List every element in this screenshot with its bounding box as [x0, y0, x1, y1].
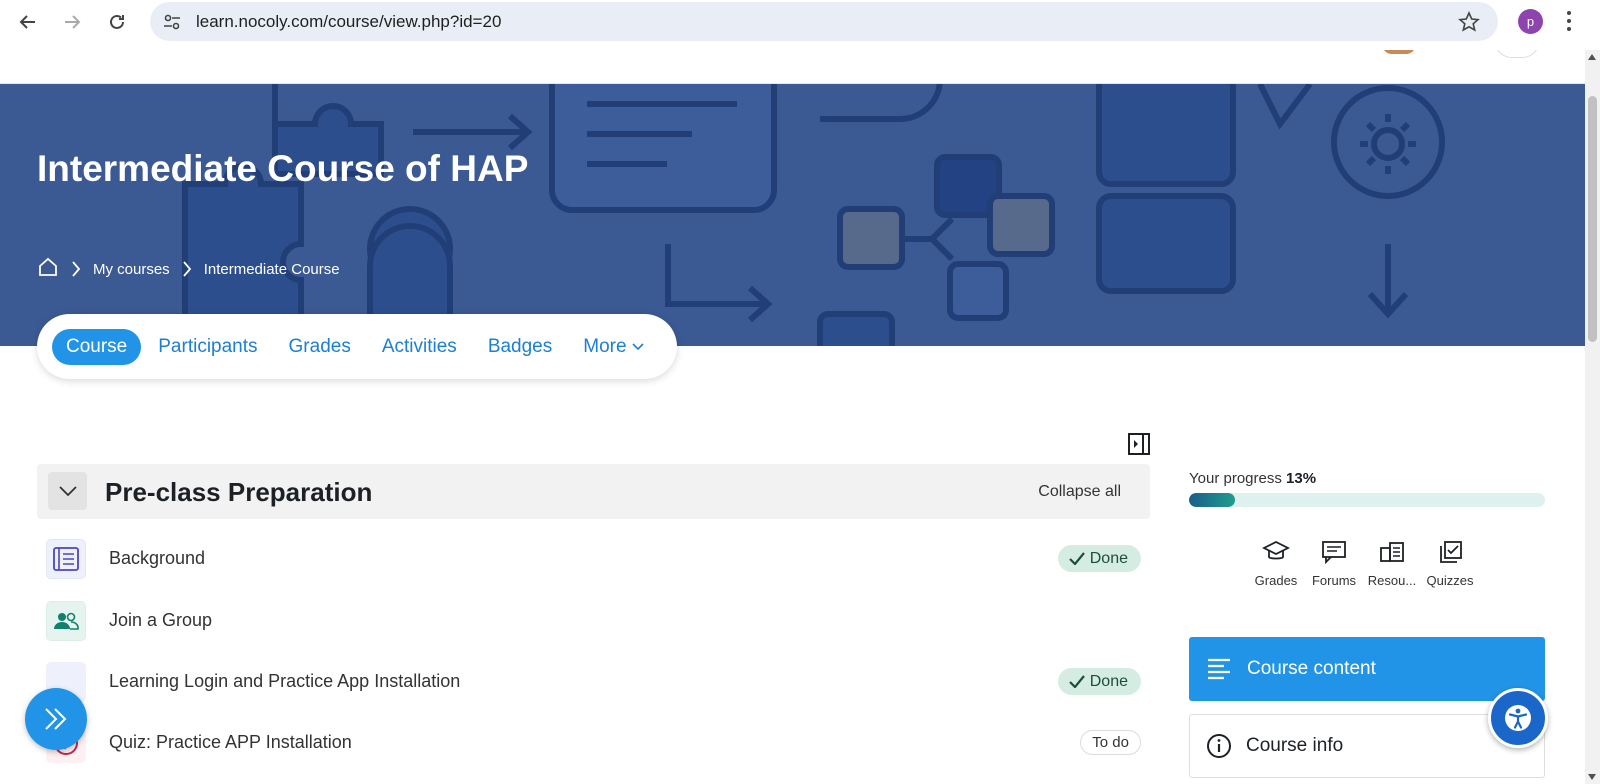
forward-arrow-icon[interactable] [59, 9, 85, 35]
course-info-label: Course info [1246, 735, 1344, 756]
course-content-label: Course content [1247, 658, 1376, 679]
home-icon[interactable] [37, 256, 59, 282]
quicklink-label: Quizzes [1426, 573, 1474, 588]
activity-title[interactable]: Quiz: Practice APP Installation [109, 732, 352, 753]
chevron-down-icon [58, 485, 77, 496]
chevron-down-icon [631, 342, 644, 350]
reload-icon[interactable] [104, 9, 130, 35]
graduation-cap-icon [1262, 540, 1290, 560]
breadcrumb-my-courses[interactable]: My courses [93, 261, 170, 278]
course-title: Intermediate Course of HAP [37, 148, 529, 189]
banner-illustration [182, 84, 1445, 346]
progress-label-text: Your progress [1189, 470, 1282, 487]
scrollbar-thumb[interactable] [1588, 96, 1597, 342]
url-text[interactable]: learn.nocoly.com/course/view.php?id=20 [196, 12, 501, 32]
scroll-down-arrow[interactable] [1588, 774, 1596, 780]
completion-status-badge: Done [1057, 545, 1141, 572]
status-label: Done [1089, 672, 1128, 690]
check-icon [1068, 552, 1085, 565]
course-secondary-nav: Course Participants Grades Activities Ba… [37, 314, 677, 379]
quicklink-resources[interactable]: Resou... [1367, 540, 1417, 588]
progress-bar-fill [1189, 493, 1236, 507]
page-icon [46, 539, 86, 579]
info-icon [1207, 734, 1231, 758]
activity-title[interactable]: Learning Login and Practice App Installa… [109, 671, 460, 692]
group-icon [46, 601, 86, 641]
quicklink-forums[interactable]: Forums [1311, 540, 1357, 588]
site-settings-icon[interactable] [162, 12, 182, 37]
tab-more-label: More [583, 335, 627, 357]
quicklink-label: Resou... [1367, 573, 1417, 588]
accessibility-icon [1505, 705, 1531, 731]
activity-item[interactable]: Quiz: Practice APP Installation To do [37, 715, 1150, 771]
activity-title[interactable]: Background [109, 548, 205, 569]
site-topbar [0, 50, 1585, 84]
activity-item[interactable]: Background Done [37, 531, 1150, 587]
course-content-button[interactable]: Course content [1189, 637, 1545, 701]
activity-item[interactable]: Learning Login and Practice App Installa… [37, 654, 1150, 710]
section-header: Pre-class Preparation Collapse all [37, 464, 1150, 519]
chevron-right-icon [182, 260, 192, 278]
progress-bar [1189, 493, 1545, 507]
breadcrumb: My courses Intermediate Course [37, 256, 340, 282]
user-avatar-fragment[interactable] [1382, 50, 1416, 54]
activity-title[interactable]: Join a Group [109, 610, 212, 631]
collapse-all-link[interactable]: Collapse all [1038, 483, 1121, 501]
course-header-banner: Intermediate Course of HAP My courses In… [0, 84, 1585, 346]
header-button-fragment[interactable] [1494, 50, 1540, 58]
browser-toolbar: learn.nocoly.com/course/view.php?id=20 p [0, 0, 1600, 44]
course-quicklinks: Grades Forums Resou... Quizzes [1253, 540, 1473, 588]
tab-badges[interactable]: Badges [488, 336, 552, 358]
progress-value: 13% [1286, 470, 1317, 487]
resources-icon [1380, 542, 1404, 562]
list-icon [1208, 658, 1230, 680]
address-bar[interactable]: learn.nocoly.com/course/view.php?id=20 [150, 2, 1498, 41]
back-arrow-icon[interactable] [15, 9, 41, 35]
section-collapse-toggle[interactable] [48, 472, 87, 510]
tab-activities[interactable]: Activities [382, 336, 457, 358]
quicklink-quizzes[interactable]: Quizzes [1427, 540, 1473, 588]
scroll-up-arrow[interactable] [1588, 54, 1596, 60]
open-drawer-icon[interactable] [1127, 432, 1151, 456]
tab-more[interactable]: More [583, 335, 644, 358]
check-icon [1068, 675, 1085, 688]
bookmark-star-icon[interactable] [1458, 11, 1480, 38]
tab-course[interactable]: Course [52, 328, 142, 365]
accessibility-button[interactable] [1488, 688, 1548, 748]
double-chevron-right-icon [45, 708, 67, 730]
forum-icon [1322, 541, 1346, 564]
kebab-menu-icon[interactable] [1566, 10, 1572, 37]
quicklink-label: Forums [1311, 573, 1357, 588]
activity-item[interactable]: Join a Group [37, 593, 1150, 649]
section-title[interactable]: Pre-class Preparation [105, 477, 372, 508]
open-course-index-button[interactable] [25, 688, 87, 750]
quicklink-grades[interactable]: Grades [1253, 540, 1299, 588]
completion-status-badge: Done [1057, 668, 1141, 695]
page-viewport: Intermediate Course of HAP My courses In… [0, 50, 1585, 784]
chevron-right-icon [71, 260, 81, 278]
profile-avatar[interactable]: p [1518, 9, 1543, 34]
vertical-scrollbar[interactable] [1585, 50, 1600, 784]
tab-grades[interactable]: Grades [289, 336, 351, 358]
breadcrumb-current-course[interactable]: Intermediate Course [204, 261, 340, 278]
completion-status-badge: To do [1080, 730, 1141, 755]
status-label: Done [1089, 549, 1128, 567]
quicklink-label: Grades [1254, 573, 1298, 588]
progress-label: Your progress 13% [1189, 470, 1316, 487]
tab-participants[interactable]: Participants [158, 336, 257, 358]
quiz-check-icon [1440, 541, 1462, 563]
